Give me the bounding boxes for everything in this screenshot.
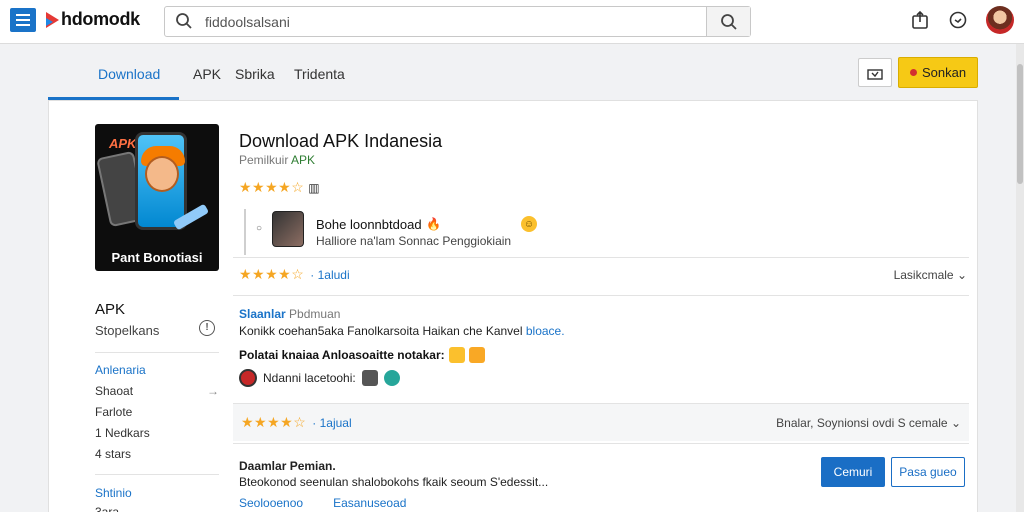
- install-label: Sonkan: [921, 65, 967, 80]
- sidebar-item[interactable]: Anlenaria: [95, 363, 219, 384]
- badge-icon: ▥: [308, 180, 320, 195]
- star-rating-icon: ★★★★☆: [239, 179, 305, 195]
- description-title: Daamlar Pemian.: [239, 459, 336, 473]
- tab-apk[interactable]: APK: [193, 66, 221, 82]
- app-icon-image: APK Pant Bonotiasi: [95, 124, 219, 271]
- smile-icon: ☺: [521, 216, 537, 232]
- record-icon: [239, 369, 257, 387]
- fire-icon: 🔥: [426, 217, 441, 231]
- review-highlight: Polatai knaiaa Anloasoaitte notakar:: [239, 347, 485, 363]
- star-rating-icon: ★★★★☆: [241, 414, 307, 430]
- description-link[interactable]: Easanuseoad: [333, 496, 406, 510]
- reviews-bar: ★★★★☆ · 1ajual Bnalar, Soynionsi ovdi S …: [233, 404, 969, 441]
- review-count-link[interactable]: · 1aludi: [310, 268, 349, 282]
- review-extra: Ndanni lacetoohi:: [239, 369, 400, 387]
- app-thumb-icon: [361, 370, 378, 386]
- sort-label: Lasikcmale: [893, 267, 954, 282]
- divider: [95, 352, 219, 353]
- sidebar-item[interactable]: Shaoat →: [95, 384, 219, 405]
- sidebar-item[interactable]: Farlote: [95, 405, 219, 426]
- search-icon: [720, 13, 737, 30]
- bullet-icon: ○: [256, 223, 263, 234]
- divider: [95, 474, 219, 475]
- secondary-button[interactable]: Pasa gueo: [891, 457, 965, 487]
- review-body: Konikk coehan5aka Fanolkarsoita Haikan c…: [239, 324, 565, 338]
- description-body: Bteokonod seenulan shalobokohs fkaik seo…: [239, 475, 549, 489]
- review-count-link[interactable]: · 1ajual: [312, 416, 351, 430]
- divider: [233, 443, 969, 444]
- face-graphic: [145, 156, 179, 192]
- review-text: Konikk coehan5aka Fanolkarsoita Haikan c…: [239, 324, 523, 338]
- promo-subtitle: Halliore na'lam Sonnac Penggiokiain: [316, 234, 512, 248]
- tab-sbrika[interactable]: Sbrika: [235, 66, 275, 82]
- divider: [233, 257, 969, 258]
- review-link[interactable]: bloace.: [526, 324, 565, 338]
- sidebar-text: 3ara: [95, 505, 120, 512]
- star-rating-icon: ★★★★☆: [239, 266, 305, 282]
- emoji-icon: [468, 347, 485, 363]
- dot-icon: [909, 69, 917, 76]
- share-icon: [867, 68, 883, 80]
- emoji-icon: [448, 347, 465, 363]
- sidebar-subtitle: Stopelkans: [95, 323, 160, 338]
- app-title: Download APK Indanesia: [239, 131, 443, 151]
- user-avatar[interactable]: [986, 6, 1014, 34]
- sort-label: Bnalar, Soynionsi ovdi S cemale: [776, 415, 948, 430]
- arrow-right-icon: →: [207, 384, 219, 398]
- logo-mark-icon: [46, 11, 59, 28]
- promo-card[interactable]: ○ Bohe loonnbtdoad 🔥 Halliore na'lam Son…: [244, 209, 544, 255]
- sidebar-title: APK: [95, 301, 126, 318]
- description-link[interactable]: Seolooenoo: [239, 496, 303, 510]
- reviews-bar: ★★★★☆ · 1aludi Lasikcmale ⌄: [239, 266, 967, 283]
- search-button[interactable]: [706, 7, 750, 36]
- review-header: Slaanlar Pbdmuan: [239, 307, 340, 321]
- developer-line: Pemilkuir APK: [239, 153, 315, 167]
- share-icon[interactable]: [910, 10, 930, 33]
- app-icon-tag: APK: [109, 136, 137, 151]
- description-links: Seolooenoo Easanuseoad: [239, 496, 406, 510]
- app-rating: ★★★★☆ ▥: [239, 179, 320, 196]
- install-button[interactable]: Sonkan: [898, 57, 978, 88]
- main-panel: APK Pant Bonotiasi Download APK Indanesi…: [48, 100, 978, 512]
- review-author[interactable]: Slaanlar: [239, 307, 286, 321]
- tab-tridenta[interactable]: Tridenta: [294, 66, 345, 82]
- divider: [233, 295, 969, 296]
- sort-dropdown[interactable]: Lasikcmale ⌄: [894, 268, 967, 282]
- sidebar-link[interactable]: Shtinio: [95, 486, 132, 500]
- sidebar-item[interactable]: 4 stars: [95, 447, 219, 468]
- sidebar-item[interactable]: 1 Nedkars: [95, 426, 219, 447]
- sort-dropdown[interactable]: Bnalar, Soynionsi ovdi S cemale ⌄: [776, 416, 961, 430]
- search-value: fiddoolsalsani: [205, 14, 290, 30]
- review-highlight-text: Polatai knaiaa Anloasoaitte notakar:: [239, 348, 445, 362]
- top-bar: hdomodk fiddoolsalsani: [0, 0, 1024, 44]
- promo-title: Bohe loonnbtdoad: [316, 217, 422, 232]
- app-thumb-icon: [383, 370, 400, 386]
- tab-download[interactable]: Download: [98, 66, 160, 82]
- page-scrollbar[interactable]: [1016, 44, 1024, 512]
- share-button[interactable]: [858, 58, 892, 87]
- site-logo[interactable]: hdomodk: [46, 9, 140, 30]
- scrollbar-thumb[interactable]: [1017, 64, 1023, 184]
- info-icon[interactable]: !: [199, 320, 215, 336]
- sidebar-item-label: Shaoat: [95, 384, 134, 398]
- search-input[interactable]: fiddoolsalsani: [164, 6, 751, 37]
- hamburger-icon[interactable]: [10, 8, 36, 32]
- developer-prefix: Pemilkuir: [239, 153, 289, 167]
- developer-link[interactable]: APK: [291, 153, 315, 167]
- logo-text: hdomodk: [61, 9, 140, 29]
- search-icon: [175, 12, 193, 33]
- review-meta: Pbdmuan: [289, 307, 341, 321]
- tab-bar: Download APK Sbrika Tridenta Sonkan: [48, 52, 978, 100]
- chat-icon[interactable]: [948, 10, 968, 33]
- promo-thumbnail: [272, 211, 304, 247]
- primary-button[interactable]: Cemuri: [821, 457, 885, 487]
- app-icon-label: Pant Bonotiasi: [111, 250, 203, 265]
- chevron-down-icon: ⌄: [950, 415, 961, 430]
- sidebar-list: Anlenaria Shaoat → Farlote 1 Nedkars 4 st…: [95, 363, 219, 468]
- review-extra-text: Ndanni lacetoohi:: [263, 371, 356, 385]
- chevron-down-icon: ⌄: [956, 267, 967, 282]
